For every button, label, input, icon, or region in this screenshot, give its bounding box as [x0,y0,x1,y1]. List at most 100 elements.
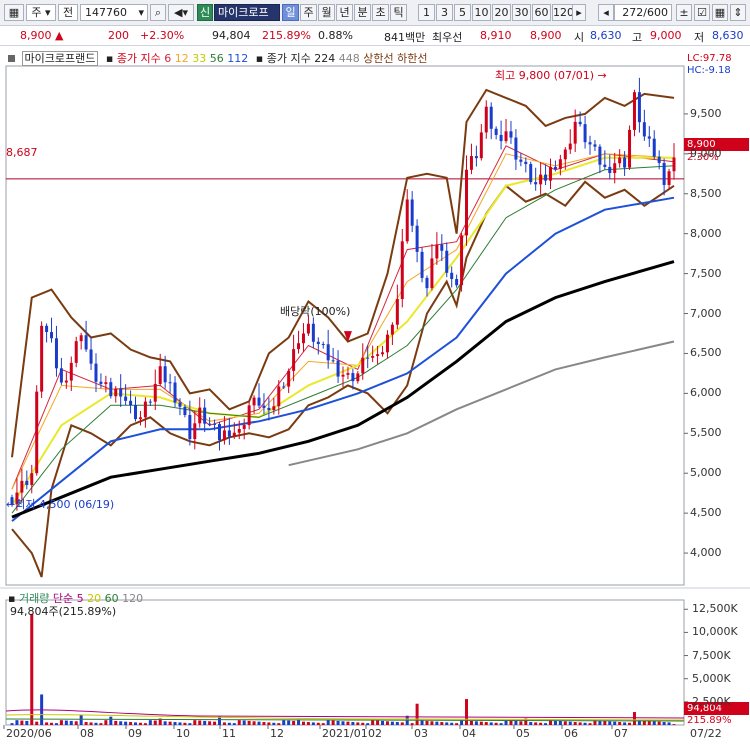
volume-bar [222,722,226,725]
x-tick-label: 10 [176,727,190,740]
volume-bar [203,720,207,725]
x-tick-label: 03 [414,727,428,740]
candle-body [84,335,88,350]
candle-body [50,332,54,339]
code-value: 147760 [85,6,127,19]
volume-bar [425,720,429,725]
volume-bar [529,722,533,725]
volume-current: 94,804주(215.89%) [10,605,117,618]
stock-name[interactable]: 마이크로프 [214,4,280,21]
candle-body [163,366,167,383]
volume-bar [662,722,666,725]
volume-bar [509,720,513,725]
volume-bar [553,720,557,725]
legend-ma33: 33 [192,52,207,65]
volume-bar [208,721,212,725]
volume-pct: 215.89% [262,29,311,42]
candle-body [356,373,360,382]
period-3[interactable]: 년 [336,4,353,21]
candle-body [445,250,449,273]
volume-bar [445,722,449,725]
legend-ma-label[interactable]: 종가 지수 [117,52,161,65]
period-1[interactable]: 주 [300,4,317,21]
volume-bar [647,720,651,725]
period-4[interactable]: 분 [354,4,371,21]
grid-icon[interactable]: ▦ [712,4,728,21]
legend-stock-name[interactable]: 마이크로프랜드 [21,51,99,66]
volume-bar [213,721,217,725]
volume-bar [301,721,305,725]
volume-bar [54,723,58,725]
code-input[interactable]: 147760 ▾ [80,4,148,21]
volume-bar [573,722,577,725]
candle-body [425,277,429,289]
volume-bar [306,722,310,725]
interval-30[interactable]: 30 [512,4,531,21]
period-6[interactable]: 틱 [390,4,407,21]
period-5[interactable]: 초 [372,4,389,21]
volume-bar [287,720,291,725]
interval-5[interactable]: 5 [454,4,471,21]
volume-bar [376,720,380,725]
interval-1[interactable]: 1 [418,4,435,21]
interval-3[interactable]: 3 [436,4,453,21]
price-tick-label: 9,500 [690,106,722,120]
candle-body [267,407,271,411]
candle-body [381,352,385,355]
candle-body [366,357,370,359]
interval-120[interactable]: 120 [552,4,574,21]
volume-bar [20,720,24,725]
candle-body [208,423,212,425]
bid-price: 8,900 [530,29,562,42]
candle-body [203,407,207,424]
candle-body [430,258,434,289]
candle-body [667,171,671,185]
volume-bar [30,613,34,725]
candle-body [548,166,552,181]
candle-body [351,373,355,382]
candle-body [450,272,454,280]
plus-minus-icon[interactable]: ± [676,4,692,21]
volume-bar [430,721,434,725]
candle-body [321,344,325,346]
candle-body [168,382,172,384]
price-chart[interactable] [0,46,750,744]
market-select[interactable]: 주 ▾ [26,4,56,21]
high-price: 9,000 [650,29,682,42]
volume-bar [232,723,236,725]
volume-bar [494,722,498,725]
expand-icon[interactable]: ⇕ [730,4,746,21]
legend-envelope[interactable]: 상한선 하한선 [363,52,427,65]
interval-60[interactable]: 60 [532,4,551,21]
menu-icon[interactable]: ▦ [4,4,24,21]
price-tick-label: 7,500 [690,266,722,280]
candle-body [341,374,345,377]
market-full-button[interactable]: 전 [58,4,78,21]
period-2[interactable]: 월 [318,4,335,21]
check-icon[interactable]: ☑ [694,4,710,21]
interval-10[interactable]: 10 [472,4,491,21]
candle-body [252,397,256,406]
price-change: 200 [108,29,129,42]
candle-body [301,333,305,344]
count-input[interactable]: 272/600 [614,4,672,21]
candle-body [524,161,528,165]
candle-body [435,244,439,259]
search-icon[interactable]: ⌕ [150,4,166,21]
candle-body [213,423,217,425]
candle-body [193,423,197,440]
legend-ma112: 112 [227,52,249,65]
legend-ma2-label[interactable]: 종가 지수 [267,52,311,65]
candle-body [440,244,444,251]
volume-tick-label: 7,500K [692,648,731,662]
candle-body [529,164,533,183]
candle-body [54,338,58,369]
sound-icon[interactable]: ◀▾ [168,4,194,21]
scroll-left-icon[interactable]: ◂ [598,4,614,21]
volume-bar [544,723,548,725]
period-0[interactable]: 일 [282,4,299,21]
interval-20[interactable]: 20 [492,4,511,21]
arrow-right-icon[interactable]: ▸ [572,4,586,21]
candle-body [94,363,98,382]
volume-pct-chip: 215.89% [687,715,732,726]
